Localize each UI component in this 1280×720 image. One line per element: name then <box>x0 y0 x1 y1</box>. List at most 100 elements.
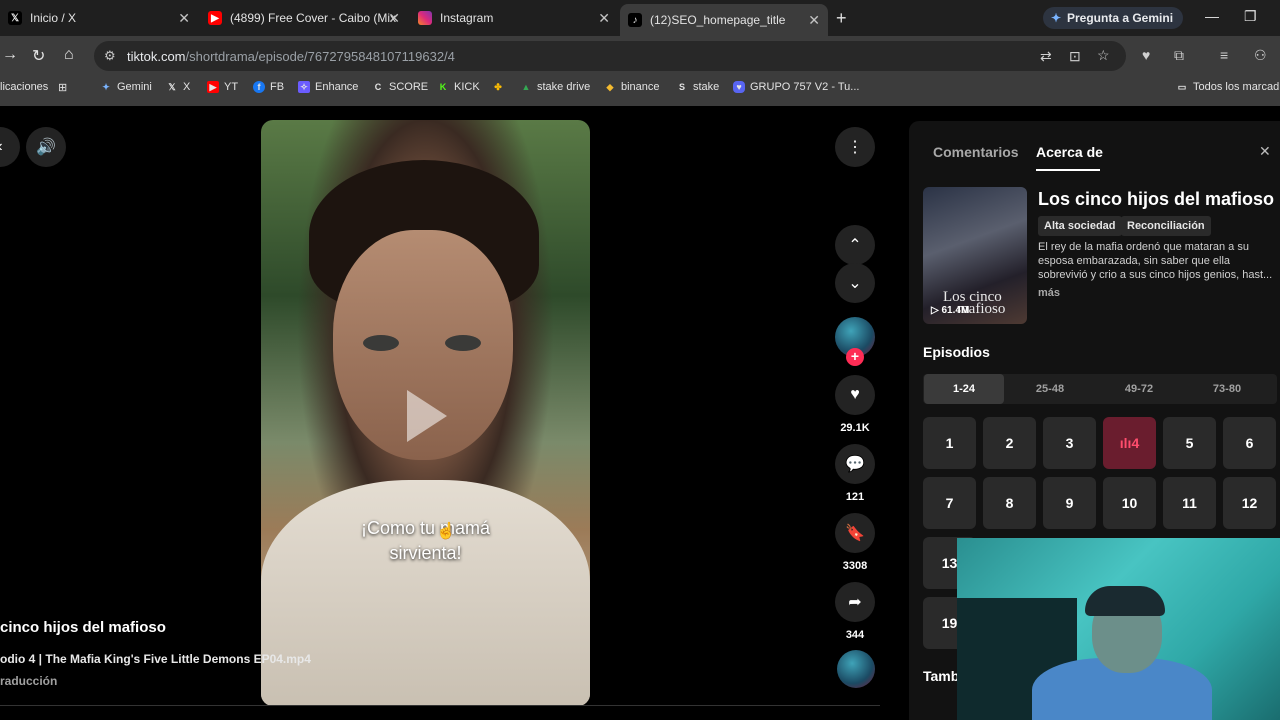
bookmark-apps[interactable]: licaciones <box>0 81 48 93</box>
new-tab-icon[interactable]: + <box>836 8 847 29</box>
youtube-icon: ▶ <box>208 11 222 25</box>
progress-track[interactable] <box>0 705 880 706</box>
share-button[interactable]: ➦ <box>835 582 875 622</box>
media-icon[interactable]: ≡ <box>1220 47 1228 63</box>
tab-about[interactable]: Acerca de <box>1036 144 1103 160</box>
profile-icon[interactable]: ⚇ <box>1254 47 1267 64</box>
music-disc-avatar[interactable] <box>837 650 875 688</box>
bookmark-label: Gemini <box>117 81 152 93</box>
close-icon[interactable]: ✕ <box>178 10 190 27</box>
video-frame-eye <box>363 335 399 351</box>
webcam-overlay <box>957 538 1280 720</box>
more-link[interactable]: más <box>1038 287 1060 299</box>
bookmark-label: X <box>183 81 191 93</box>
episode-button[interactable]: 6 <box>1223 417 1276 469</box>
show-description: El rey de la mafia ordenó que mataran a … <box>1038 241 1273 281</box>
next-episode-button[interactable]: ⌄ <box>835 263 875 303</box>
episode-button[interactable]: 11 <box>1163 477 1216 529</box>
bookmark-star-icon[interactable]: ☆ <box>1097 47 1110 64</box>
play-icon[interactable] <box>407 390 447 442</box>
gemini-button[interactable]: ✦ Pregunta a Gemini <box>1043 7 1184 29</box>
episode-button[interactable]: 8 <box>983 477 1036 529</box>
youtube-icon: ▶ <box>207 81 219 93</box>
bookmark-kick[interactable]: K KICK <box>437 81 480 93</box>
bookmark-pinwheel[interactable]: ✤ <box>492 81 509 93</box>
drama-title[interactable]: cinco hijos del mafioso <box>0 619 166 636</box>
translation-link[interactable]: raducción <box>0 674 57 688</box>
range-tab[interactable]: 25-48 <box>1010 374 1090 404</box>
translate-icon[interactable]: ⇄ <box>1040 48 1052 65</box>
x-logo-icon: 𝕏 <box>8 11 22 25</box>
bookmark-gemini[interactable]: ✦ Gemini <box>100 81 152 93</box>
reload-icon[interactable]: ↻ <box>32 46 45 66</box>
volume-button[interactable]: 🔊 <box>26 127 66 167</box>
episode-button[interactable]: 10 <box>1103 477 1156 529</box>
url-bar[interactable]: ⚙ tiktok.com/shortdrama/episode/76727958… <box>94 41 1126 71</box>
tab-tiktok[interactable]: ♪ (12)SEO_homepage_title ✕ <box>620 4 828 36</box>
video-player[interactable]: ¡Como tu mamá sirvienta! <box>261 120 590 706</box>
tab-instagram[interactable]: Instagram ✕ <box>410 4 618 32</box>
range-tab[interactable]: 49-72 <box>1099 374 1179 404</box>
drama-poster[interactable]: Los cinco mafioso ▷ 61.4M <box>923 187 1027 324</box>
folder-icon: ▭ <box>1177 82 1187 92</box>
episode-button[interactable]: 2 <box>983 417 1036 469</box>
episode-button[interactable]: 5 <box>1163 417 1216 469</box>
episode-button-current[interactable]: ılı4 <box>1103 417 1156 469</box>
back-button[interactable]: ‹ <box>0 127 20 167</box>
apps-grid-icon[interactable]: ⊞ <box>58 81 67 94</box>
like-button[interactable]: ♥ <box>835 375 875 415</box>
bookmark-yt[interactable]: ▶ YT <box>207 81 238 93</box>
bookmark-label: GRUPO 757 V2 - Tu... <box>750 81 860 93</box>
comment-count: 121 <box>845 491 865 503</box>
like-count: 29.1K <box>840 422 870 434</box>
bookmark-binance[interactable]: ◆ binance <box>604 81 660 93</box>
comment-icon: 💬 <box>845 456 865 473</box>
episode-button[interactable]: 1 <box>923 417 976 469</box>
more-options-button[interactable]: ⋮ <box>835 127 875 167</box>
tab-x[interactable]: 𝕏 Inicio / X ✕ <box>0 4 198 32</box>
episode-button[interactable]: 7 <box>923 477 976 529</box>
close-icon[interactable]: ✕ <box>388 10 400 27</box>
extensions-puzzle-icon[interactable]: ⧉ <box>1174 47 1184 64</box>
tab-comments[interactable]: Comentarios <box>933 144 1019 160</box>
maximize-icon[interactable]: ❐ <box>1244 8 1257 25</box>
tab-title: Inicio / X <box>30 11 77 25</box>
range-tab[interactable]: 73-80 <box>1187 374 1267 404</box>
episode-button[interactable]: 3 <box>1043 417 1096 469</box>
comment-button[interactable]: 💬 <box>835 444 875 484</box>
bookmark-x[interactable]: 𝕏X <box>166 81 190 93</box>
bookmark-enhance[interactable]: ✧ Enhance <box>298 81 358 93</box>
range-tab[interactable]: 1-24 <box>924 374 1004 404</box>
home-icon[interactable]: ⌂ <box>64 46 74 64</box>
extension-icon[interactable]: ♥ <box>1142 47 1150 63</box>
tiktok-icon: ♪ <box>628 13 642 27</box>
bookmark-score[interactable]: C SCORE <box>372 81 428 93</box>
close-icon[interactable]: ✕ <box>808 12 820 29</box>
follow-plus-icon[interactable]: + <box>846 348 864 366</box>
bookmark-grupo[interactable]: ♥ GRUPO 757 V2 - Tu... <box>733 81 859 93</box>
save-button[interactable]: 🔖 <box>835 513 875 553</box>
tab-youtube[interactable]: ▶ (4899) Free Cover - Caibo (Mix ✕ <box>200 4 408 32</box>
minimize-icon[interactable]: — <box>1205 8 1219 24</box>
install-icon[interactable]: ⊡ <box>1069 48 1081 65</box>
site-settings-icon[interactable]: ⚙ <box>104 48 116 64</box>
close-icon[interactable]: ✕ <box>598 10 610 27</box>
previous-episode-button[interactable]: ⌃ <box>835 225 875 265</box>
bookmark-fb[interactable]: f FB <box>253 81 284 93</box>
close-icon[interactable]: ✕ <box>1259 143 1271 160</box>
genre-tag[interactable]: Alta sociedad <box>1038 216 1122 236</box>
episode-range-selector: 1-24 25-48 49-72 73-80 <box>923 374 1277 404</box>
bookmark-label: Todos los marcad <box>1193 81 1280 93</box>
webcam-person-cap <box>1085 586 1165 616</box>
episode-button[interactable]: 12 <box>1223 477 1276 529</box>
episode-subtitle: odio 4 | The Mafia King's Five Little De… <box>0 652 311 666</box>
bookmark-stake-drive[interactable]: ▲ stake drive <box>520 81 591 93</box>
episode-button[interactable]: 9 <box>1043 477 1096 529</box>
bookmark-all-folder[interactable]: ▭ Todos los marcad <box>1176 81 1279 93</box>
genre-tag[interactable]: Reconciliación <box>1121 216 1211 236</box>
bookmark-stake[interactable]: Sstake <box>676 81 719 93</box>
bookmark-label: licaciones <box>0 81 49 93</box>
heart-icon: ♥ <box>850 386 860 403</box>
binance-icon: ◆ <box>606 82 614 92</box>
forward-icon[interactable]: → <box>2 46 18 64</box>
